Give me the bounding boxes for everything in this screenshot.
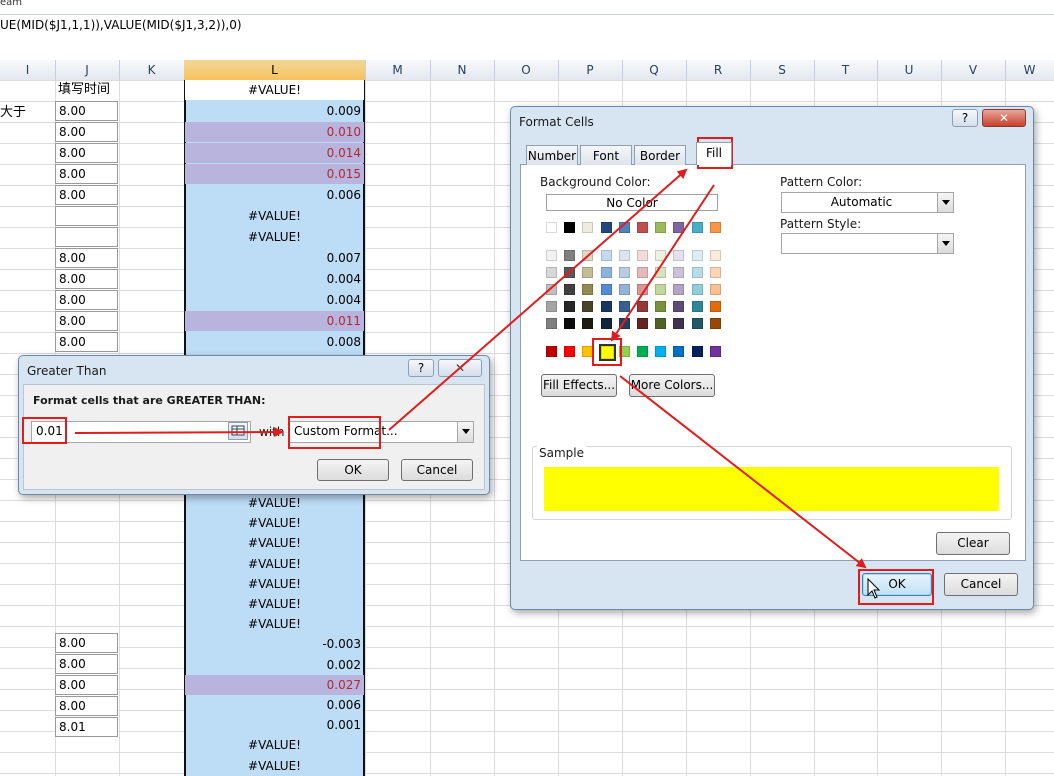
annotation-arrows (74, 168, 867, 569)
arrow-value-to-format (74, 427, 284, 438)
tab-fill[interactable]: Fill (696, 142, 732, 165)
arrow-yellow-to-ok (619, 375, 867, 569)
arrow-fill-to-yellow (610, 184, 715, 342)
arrow-format-to-fill (388, 168, 688, 431)
